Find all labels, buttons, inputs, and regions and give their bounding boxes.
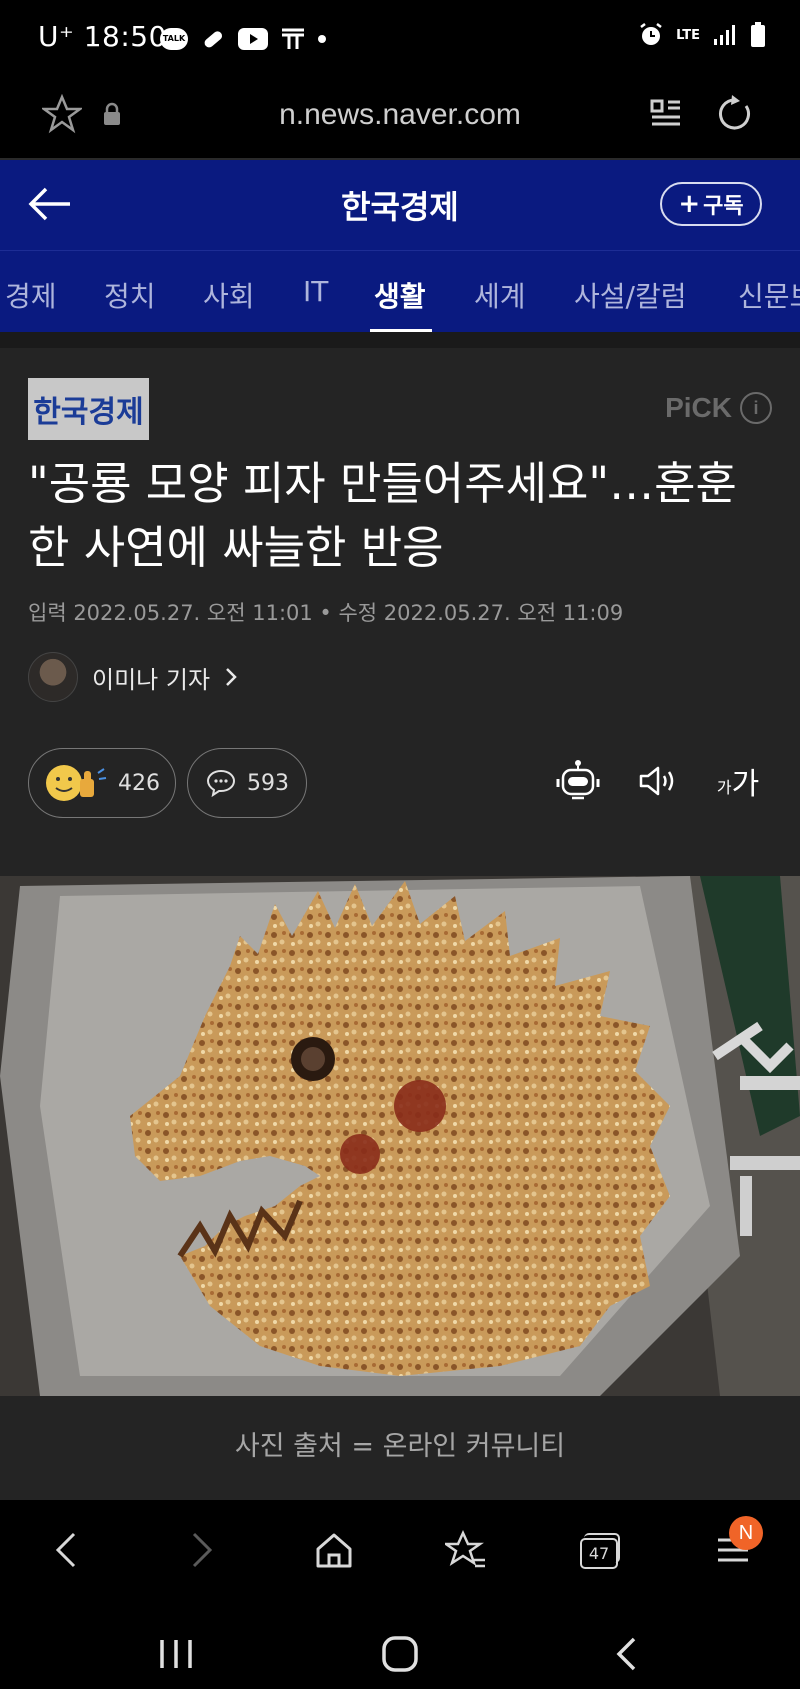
text-to-speech-button[interactable]	[633, 756, 683, 806]
reaction-button[interactable]: 426	[28, 748, 176, 818]
home-button[interactable]	[304, 1520, 364, 1580]
speaker-icon	[639, 766, 674, 796]
robot-icon	[556, 760, 600, 800]
tab-it[interactable]: IT	[303, 275, 328, 308]
publisher-logo[interactable]: 한국경제	[28, 378, 149, 440]
bookmarks-button[interactable]	[436, 1520, 496, 1580]
system-navigation-bar	[0, 1600, 800, 1689]
subscribe-button[interactable]: + 구독	[660, 182, 762, 226]
info-icon[interactable]: i	[740, 392, 772, 424]
article-dates: 입력 2022.05.27. 오전 11:01 • 수정 2022.05.27.…	[28, 601, 624, 625]
reporter-name: 이미나 기자	[92, 665, 211, 694]
photo-caption: 사진 출처 = 온라인 커뮤니티	[234, 1431, 566, 1462]
publisher-header: 한국경제 + 구독	[0, 160, 800, 250]
reader-mode-icon[interactable]	[648, 96, 684, 132]
font-large-glyph: 가	[731, 767, 760, 802]
tabs-button[interactable]: 47	[570, 1520, 630, 1580]
comments-button[interactable]: 593	[187, 748, 307, 818]
browser-url-bar: n.news.naver.com	[0, 80, 800, 160]
tab-world[interactable]: 세계	[474, 275, 526, 315]
system-icons: LTE	[638, 22, 766, 48]
status-bar: U⁺ 18:50 TALK LTE	[0, 0, 800, 80]
carrier-label: U⁺	[38, 20, 75, 53]
battery-icon	[751, 22, 765, 47]
pick-badge[interactable]: PiCK i	[665, 392, 772, 424]
recent-apps-icon[interactable]	[158, 1638, 194, 1670]
font-size-button[interactable]: 가 가	[712, 756, 764, 806]
signal-icon	[714, 25, 735, 45]
menu-notification-badge: N	[729, 1516, 763, 1550]
tab-newspaper[interactable]: 신문보	[738, 275, 800, 315]
clock: 18:50	[83, 20, 167, 53]
home-icon	[316, 1533, 352, 1568]
back-system-icon[interactable]	[614, 1636, 638, 1672]
chevron-right-icon	[226, 668, 237, 686]
reporter-avatar	[28, 652, 78, 702]
tabs-icon: 47	[580, 1533, 620, 1569]
article-photo[interactable]	[0, 876, 800, 1396]
youtube-icon	[238, 28, 268, 50]
star-list-icon	[445, 1530, 485, 1568]
plus-icon: +	[678, 189, 701, 219]
section-tabs: 경제 정치 사회 IT 생활 세계 사설/칼럼 신문보	[0, 250, 800, 333]
comment-count: 593	[247, 770, 289, 796]
notification-icons: TALK	[160, 26, 326, 52]
pick-label: PiCK	[665, 392, 732, 423]
smiley-thumbs-icon	[46, 765, 107, 801]
tab-politics[interactable]: 정치	[104, 275, 156, 315]
subscribe-label: 구독	[703, 194, 744, 219]
chevron-right-icon	[192, 1532, 213, 1568]
browser-bottom-bar	[0, 1500, 800, 1600]
reaction-count: 426	[118, 770, 160, 796]
comment-icon	[206, 769, 236, 798]
pill-icon	[204, 31, 223, 48]
tabs-count: 47	[580, 1538, 618, 1569]
tab-life[interactable]: 생활	[374, 275, 426, 315]
refresh-icon[interactable]	[716, 94, 756, 134]
status-time: U⁺ 18:50	[38, 20, 167, 53]
section-divider	[0, 332, 800, 348]
home-system-icon[interactable]	[380, 1634, 420, 1674]
alarm-icon	[640, 23, 662, 45]
font-small-glyph: 가	[716, 778, 732, 797]
t-app-icon	[282, 28, 304, 49]
back-button[interactable]	[36, 1520, 96, 1580]
chevron-left-icon	[55, 1532, 76, 1568]
forward-button[interactable]	[172, 1520, 232, 1580]
tab-society[interactable]: 사회	[203, 275, 255, 315]
lte-label: LTE	[676, 27, 700, 43]
tab-opinion[interactable]: 사설/칼럼	[574, 275, 686, 315]
summary-bot-button[interactable]	[553, 756, 603, 806]
talk-icon: TALK	[160, 28, 188, 50]
reporter-link[interactable]: 이미나 기자	[28, 652, 238, 702]
dinosaur-pizza-image	[0, 876, 800, 1396]
article-headline: "공룡 모양 피자 만들어주세요"…훈훈한 사연에 싸늘한 반응	[28, 457, 737, 574]
tab-economy[interactable]: 경제	[5, 275, 57, 315]
dot-icon	[318, 35, 326, 43]
